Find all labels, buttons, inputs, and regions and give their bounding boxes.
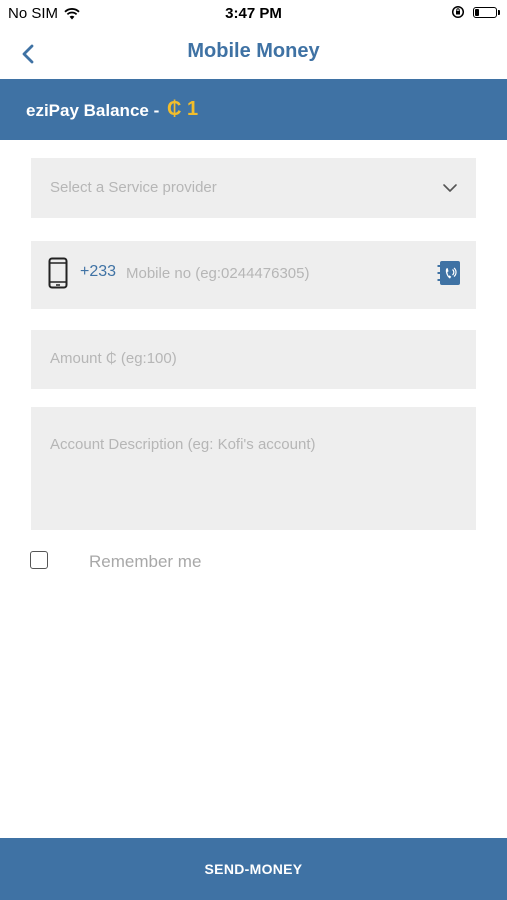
status-right — [451, 5, 500, 19]
service-provider-placeholder: Select a Service provider — [50, 179, 217, 196]
chevron-down-icon — [443, 184, 457, 192]
balance-bar: eziPay Balance - ₵ 1 — [0, 79, 507, 140]
account-description-placeholder: Account Description (eg: Kofi's account) — [50, 436, 316, 453]
amount-placeholder: Amount ₵ (eg:100) — [50, 350, 177, 367]
balance-label: eziPay Balance - — [26, 101, 160, 120]
remember-me-label[interactable]: Remember me — [89, 552, 201, 572]
send-money-button[interactable]: SEND-MONEY — [0, 838, 507, 900]
service-provider-select[interactable]: Select a Service provider — [31, 158, 476, 218]
country-code: +233 — [80, 263, 117, 280]
battery-level — [475, 8, 479, 16]
balance-value: ₵ 1 — [167, 98, 199, 120]
account-description-field[interactable]: Account Description (eg: Kofi's account) — [31, 407, 476, 530]
status-bar: No SIM 3:47 PM — [0, 0, 507, 28]
nav-bar: Mobile Money — [0, 28, 507, 78]
mobile-number-placeholder: Mobile no (eg:0244476305) — [126, 265, 310, 282]
remember-me-checkbox[interactable] — [30, 551, 48, 569]
phone-icon — [48, 257, 68, 289]
amount-field[interactable]: Amount ₵ (eg:100) — [31, 330, 476, 389]
battery-icon — [473, 6, 500, 18]
page-title: Mobile Money — [187, 40, 320, 62]
status-time: 3:47 PM — [225, 5, 282, 22]
remember-me-row: Remember me — [30, 551, 330, 573]
orientation-lock-icon — [451, 5, 465, 19]
contact-book-icon[interactable] — [437, 260, 461, 286]
mobile-number-field[interactable]: +233 Mobile no (eg:0244476305) — [31, 241, 476, 309]
